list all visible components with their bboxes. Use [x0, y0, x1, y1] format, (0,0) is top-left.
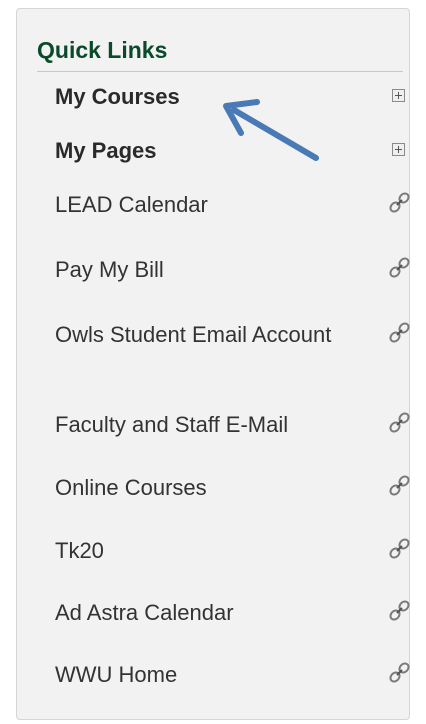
quick-link-label: My Courses — [55, 84, 180, 109]
quick-link-label: Pay My Bill — [55, 257, 164, 282]
quick-link-my-courses[interactable]: My Courses — [55, 83, 405, 110]
chain-link-icon — [389, 662, 410, 683]
chain-link-icon — [389, 322, 410, 343]
quick-link-wwu-home[interactable]: WWU Home — [55, 661, 410, 688]
quick-link-label: Owls Student Email Account — [55, 322, 332, 347]
quick-link-label: Tk20 — [55, 538, 104, 563]
quick-link-online-courses[interactable]: Online Courses — [55, 474, 410, 501]
quick-link-tk20[interactable]: Tk20 — [55, 537, 410, 564]
quick-link-ad-astra-calendar[interactable]: Ad Astra Calendar — [55, 599, 410, 626]
quick-link-faculty-staff-email[interactable]: Faculty and Staff E-Mail — [55, 411, 410, 438]
panel-title: Quick Links — [37, 37, 168, 63]
expand-plus-icon[interactable] — [392, 143, 405, 156]
chain-link-icon — [389, 538, 410, 559]
quick-link-owls-student-email[interactable]: Owls Student Email Account — [55, 321, 410, 348]
chain-link-icon — [389, 475, 410, 496]
quick-link-my-pages[interactable]: My Pages — [55, 137, 405, 164]
quick-link-label: My Pages — [55, 138, 157, 163]
quick-link-label: WWU Home — [55, 662, 178, 687]
quick-link-label: Online Courses — [55, 475, 207, 500]
quick-link-label: Faculty and Staff E-Mail — [55, 412, 289, 437]
chain-link-icon — [389, 600, 410, 621]
quick-link-pay-my-bill[interactable]: Pay My Bill — [55, 256, 410, 283]
expand-plus-icon[interactable] — [392, 89, 405, 102]
title-divider — [37, 71, 403, 72]
chain-link-icon — [389, 412, 410, 433]
chain-link-icon — [389, 192, 410, 213]
chain-link-icon — [389, 257, 410, 278]
quick-links-panel: Quick Links My Courses My Pages LEAD Cal… — [16, 8, 410, 720]
quick-link-label: Ad Astra Calendar — [55, 600, 234, 625]
quick-link-lead-calendar[interactable]: LEAD Calendar — [55, 191, 410, 218]
quick-link-label: LEAD Calendar — [55, 192, 208, 217]
